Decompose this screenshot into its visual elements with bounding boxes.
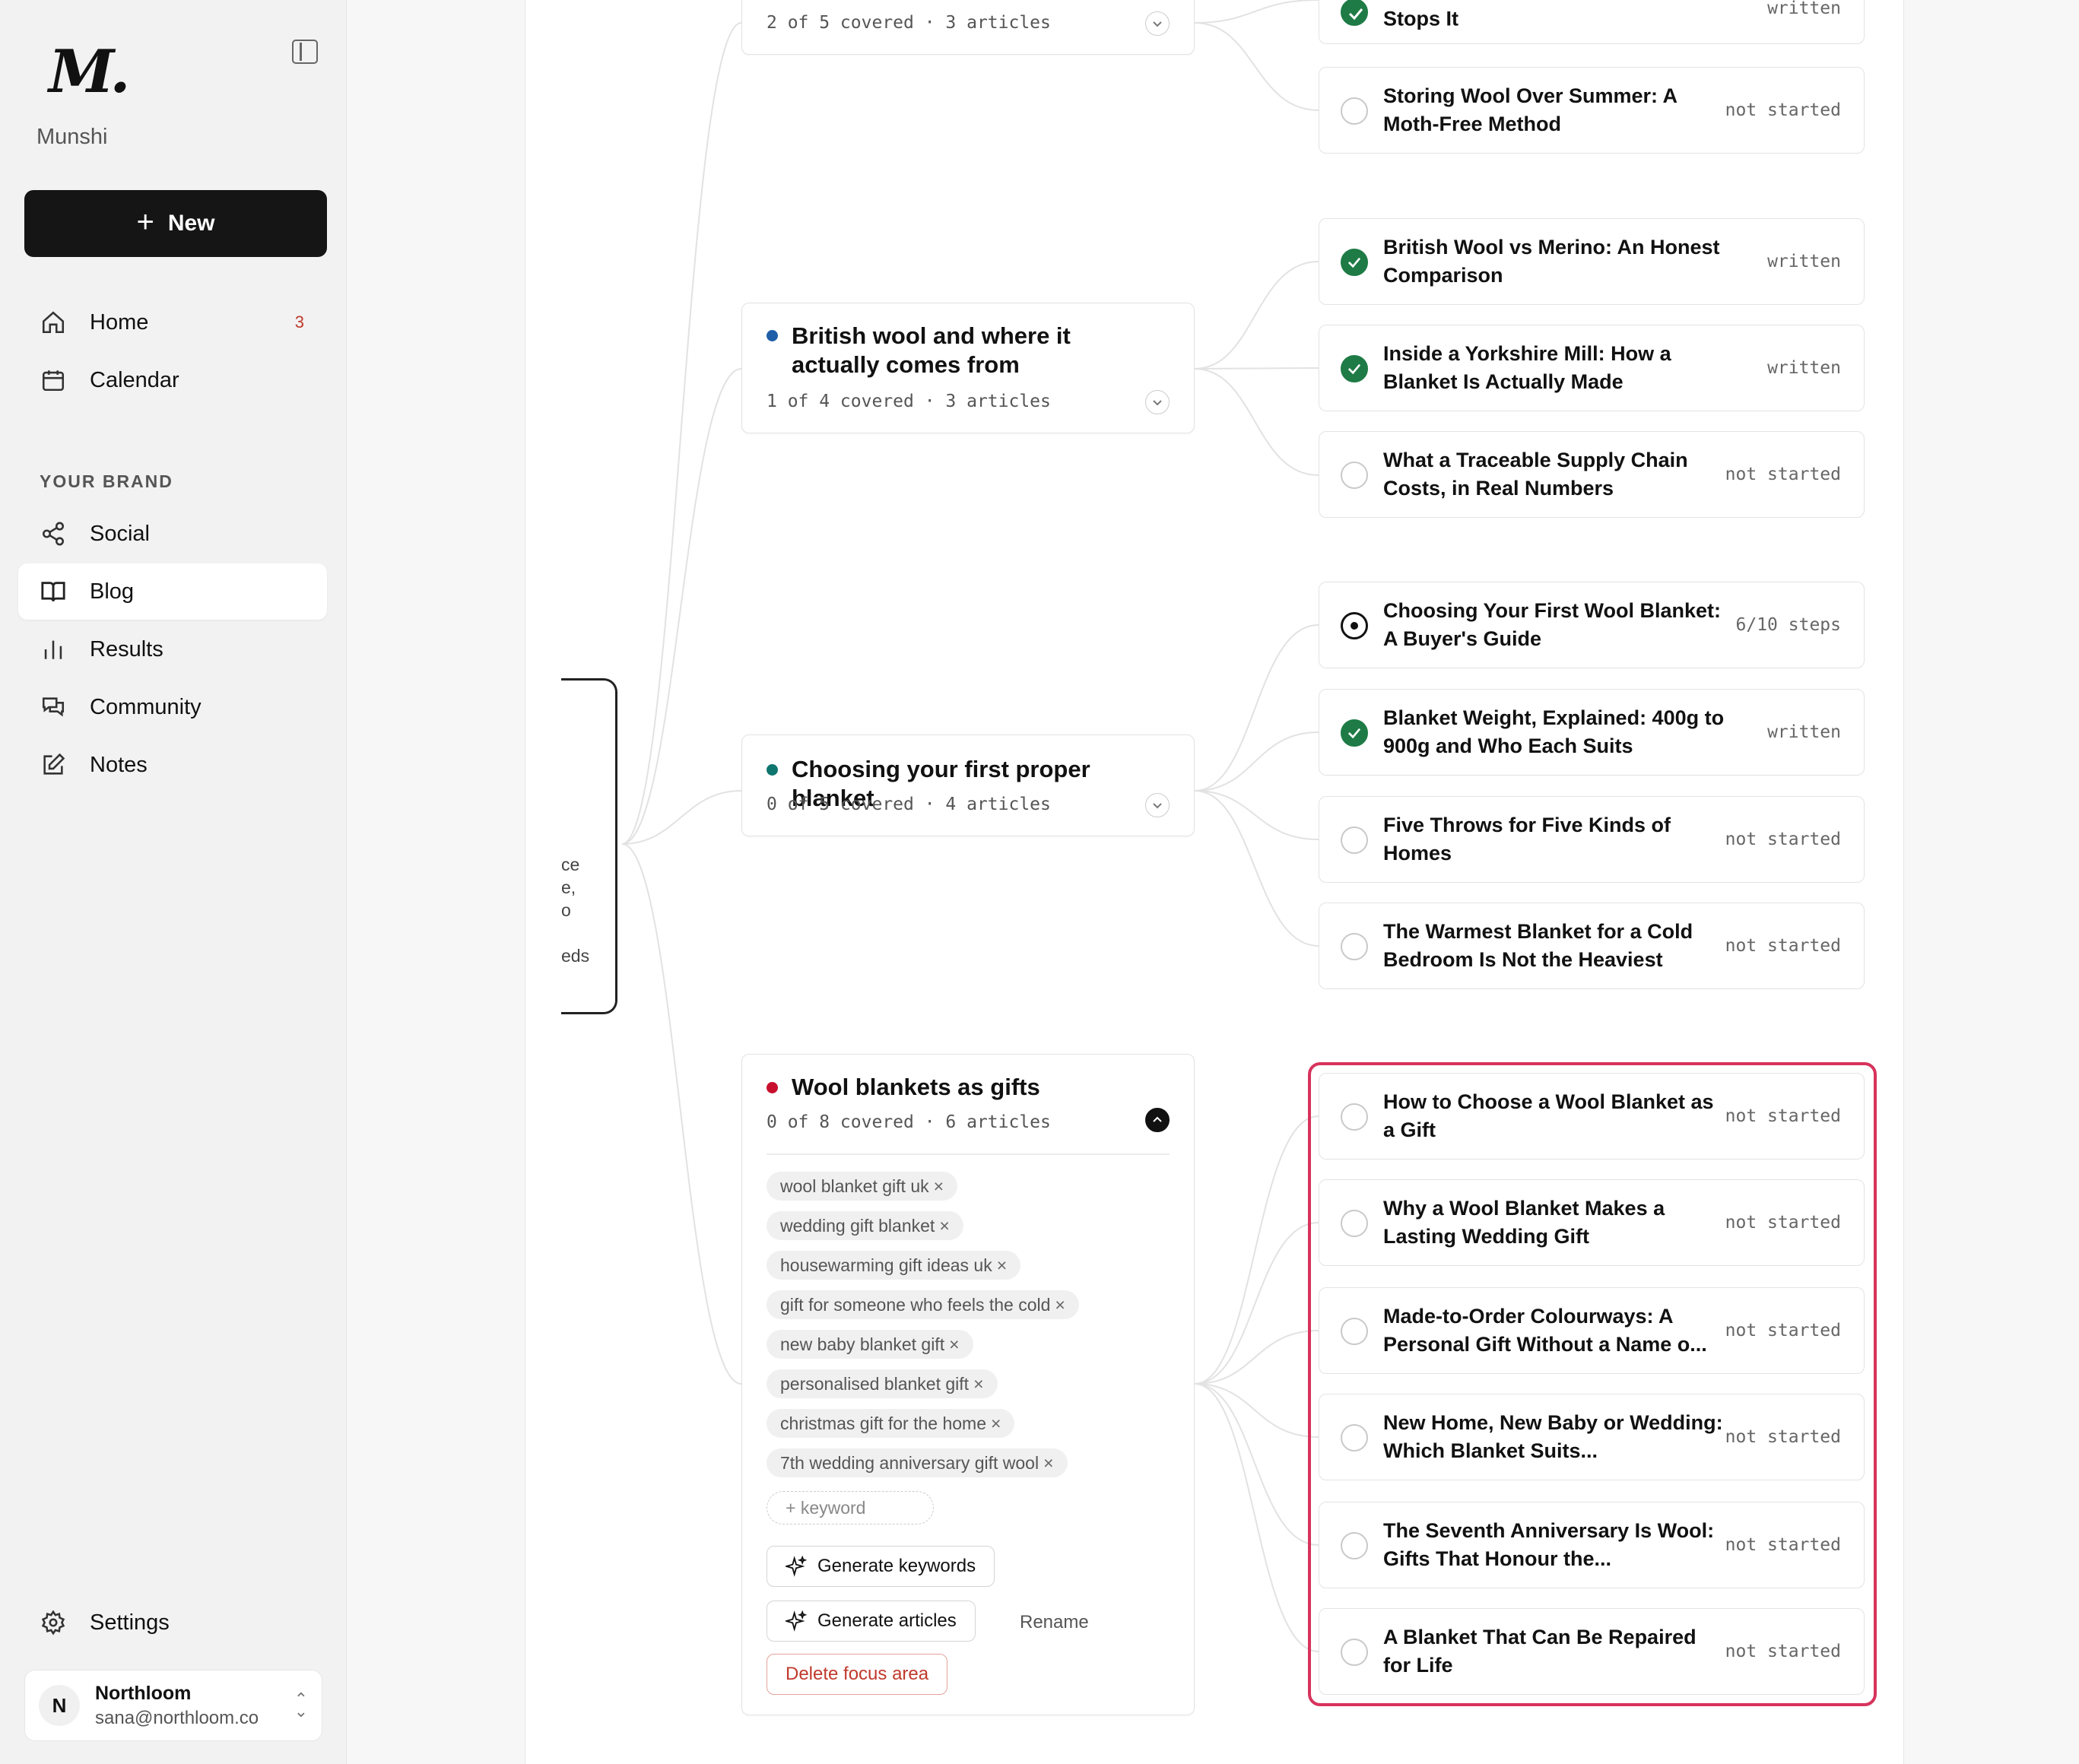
keyword-chip: new baby blanket gift × [767,1330,973,1359]
keyword-chip: christmas gift for the home × [767,1409,1015,1438]
selection-highlight [1308,1062,1877,1706]
root-node-text: ce [561,855,580,874]
chevron-up-icon [1153,1116,1162,1122]
article-card[interactable]: Choosing Your First Wool Blanket: A Buye… [1319,582,1865,668]
sparkle-icon [786,1556,807,1577]
article-title: British Wool vs Merino: An Honest Compar… [1383,236,1720,287]
article-card[interactable]: British Wool vs Merino: An Honest Compar… [1319,218,1865,305]
chevron-down-icon [1153,803,1162,809]
focus-area-card[interactable]: British wool and where it actually comes… [741,303,1195,433]
expand-button[interactable] [1145,390,1170,414]
delete-focus-area-button[interactable]: Delete focus area [767,1654,948,1695]
article-card[interactable]: Stops It written [1319,0,1865,44]
article-status: not started [1725,830,1841,849]
remove-keyword-icon[interactable]: × [991,1413,1001,1433]
status-not-started-icon [1341,97,1368,125]
status-written-icon [1341,249,1368,276]
keyword-chip: gift for someone who feels the cold × [767,1290,1079,1319]
focus-area-meta: 1 of 4 covered · 3 articles [767,392,1051,411]
remove-keyword-icon[interactable]: × [1055,1295,1065,1315]
article-card[interactable]: What a Traceable Supply Chain Costs, in … [1319,431,1865,518]
remove-keyword-icon[interactable]: × [934,1176,944,1196]
root-node-text: e, [561,877,576,897]
article-status: 6/10 steps [1735,615,1841,635]
article-title: What a Traceable Supply Chain Costs, in … [1383,449,1688,500]
article-card[interactable]: The Warmest Blanket for a Cold Bedroom I… [1319,903,1865,989]
article-title: Five Throws for Five Kinds of Homes [1383,814,1671,865]
focus-area-title: Wool blankets as gifts [792,1074,1040,1100]
chevron-down-icon [1153,400,1162,406]
add-keyword-input[interactable]: + keyword [767,1491,934,1524]
keyword-chip-label: personalised blanket gift [780,1374,970,1394]
chevron-down-icon [1153,21,1162,27]
focus-area-color-dot [767,764,778,776]
article-status: not started [1725,465,1841,484]
generate-keywords-button[interactable]: Generate keywords [767,1546,995,1587]
article-card[interactable]: Five Throws for Five Kinds of Homes not … [1319,796,1865,883]
article-title: The Warmest Blanket for a Cold Bedroom I… [1383,920,1693,971]
article-title: Inside a Yorkshire Mill: How a Blanket I… [1383,342,1671,393]
generate-articles-label: Generate articles [817,1610,957,1631]
article-status: not started [1725,936,1841,956]
keyword-chip-label: 7th wedding anniversary gift wool [780,1453,1040,1473]
article-card[interactable]: Storing Wool Over Summer: A Moth-Free Me… [1319,67,1865,154]
article-status: written [1767,0,1841,18]
article-title: Choosing Your First Wool Blanket: A Buye… [1383,599,1722,650]
article-title: Stops It [1383,7,1458,30]
root-node-text: eds [561,946,590,966]
focus-area-title: British wool and where it actually comes… [792,322,1071,378]
remove-keyword-icon[interactable]: × [949,1334,959,1354]
focus-area-card[interactable]: 2 of 5 covered · 3 articles [741,0,1195,55]
status-written-icon [1341,0,1368,26]
article-card[interactable]: Blanket Weight, Explained: 400g to 900g … [1319,689,1865,776]
status-not-started-icon [1341,933,1368,960]
divider [767,1153,1170,1155]
keyword-chip-label: christmas gift for the home [780,1413,986,1433]
rename-button[interactable]: Rename [1020,1612,1089,1633]
keyword-chip-label: housewarming gift ideas uk [780,1255,992,1275]
status-written-icon [1341,719,1368,747]
collapse-button[interactable] [1145,1108,1170,1132]
keyword-chip-label: wool blanket gift uk [780,1176,929,1196]
article-status: written [1767,358,1841,378]
keyword-chip: 7th wedding anniversary gift wool × [767,1448,1068,1477]
article-title: Blanket Weight, Explained: 400g to 900g … [1383,706,1725,757]
focus-area-color-dot [767,1082,778,1093]
remove-keyword-icon[interactable]: × [939,1216,949,1236]
article-card[interactable]: Inside a Yorkshire Mill: How a Blanket I… [1319,325,1865,411]
expand-button[interactable] [1145,11,1170,36]
keyword-chip-label: new baby blanket gift [780,1334,945,1354]
keyword-chip-label: gift for someone who feels the cold [780,1295,1051,1315]
status-not-started-icon [1341,826,1368,854]
root-node-text: o [561,900,571,920]
focus-area-card-expanded[interactable]: Wool blankets as gifts 0 of 8 covered · … [741,1054,1195,1715]
keyword-chip: personalised blanket gift × [767,1369,998,1398]
article-status: not started [1725,100,1841,120]
keyword-chip: wool blanket gift uk × [767,1172,958,1201]
focus-area-meta: 0 of 5 covered · 4 articles [767,795,1051,814]
keyword-chip: wedding gift blanket × [767,1211,963,1240]
generate-articles-button[interactable]: Generate articles [767,1601,976,1642]
article-title: Storing Wool Over Summer: A Moth-Free Me… [1383,84,1677,135]
status-in-progress-icon [1341,612,1368,639]
status-written-icon [1341,355,1368,382]
keyword-chip: housewarming gift ideas uk × [767,1251,1021,1280]
remove-keyword-icon[interactable]: × [1043,1453,1053,1473]
article-status: written [1767,722,1841,742]
remove-keyword-icon[interactable]: × [997,1255,1007,1275]
expand-button[interactable] [1145,793,1170,817]
article-status: written [1767,252,1841,271]
keyword-chip-label: wedding gift blanket [780,1216,935,1236]
generate-keywords-label: Generate keywords [817,1556,976,1576]
focus-area-card[interactable]: Choosing your first proper blanket 0 of … [741,734,1195,836]
focus-area-color-dot [767,330,778,341]
focus-area-meta: 2 of 5 covered · 3 articles [767,13,1051,33]
sparkle-icon [786,1610,807,1632]
status-not-started-icon [1341,462,1368,489]
focus-area-meta: 0 of 8 covered · 6 articles [767,1112,1051,1132]
remove-keyword-icon[interactable]: × [973,1374,983,1394]
